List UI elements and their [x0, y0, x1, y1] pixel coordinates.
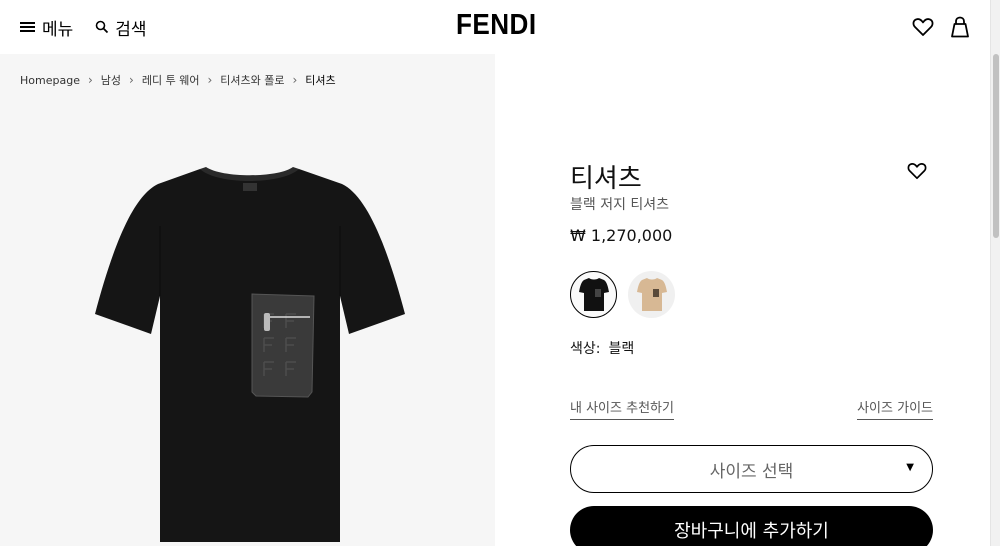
add-to-cart-button[interactable]: 장바구니에 추가하기	[570, 506, 933, 546]
color-swatches	[570, 271, 675, 318]
color-label: 색상:	[570, 341, 601, 357]
size-recommend-link[interactable]: 내 사이즈 추천하기	[570, 397, 674, 420]
menu-label: 메뉴	[42, 19, 74, 40]
hamburger-icon	[20, 21, 36, 33]
product-title: 티셔츠	[570, 164, 642, 194]
header-left: 메뉴 검색	[20, 15, 147, 40]
chevron-right-icon: ›	[129, 73, 134, 87]
fendi-logo[interactable]: FENDI	[456, 9, 537, 42]
swatch-beige[interactable]	[628, 271, 675, 318]
search-button[interactable]: 검색	[95, 15, 147, 40]
product-image-panel: Homepage › 남성 › 레디 투 웨어 › 티셔츠와 폴로 › 티셔츠	[0, 54, 495, 546]
breadcrumb-tshirts: 티셔츠	[305, 74, 336, 87]
color-value: 블랙	[608, 341, 635, 357]
breadcrumb-tshirts-polos[interactable]: 티셔츠와 폴로	[220, 72, 284, 88]
search-icon	[95, 20, 109, 34]
wishlist-heart-icon[interactable]	[912, 17, 934, 37]
size-select-dropdown[interactable]: 사이즈 선택 ▼	[570, 445, 933, 493]
shopping-bag-icon[interactable]	[950, 16, 970, 38]
search-label: 검색	[115, 19, 147, 40]
size-links: 내 사이즈 추천하기 사이즈 가이드	[570, 397, 933, 420]
breadcrumb-homepage[interactable]: Homepage	[20, 74, 80, 87]
product-image[interactable]	[92, 166, 408, 546]
breadcrumb-ready-to-wear[interactable]: 레디 투 웨어	[142, 72, 200, 88]
product-price: ₩ 1,270,000	[570, 226, 673, 245]
chevron-right-icon: ›	[87, 73, 93, 87]
site-header: 메뉴 검색 FENDI	[0, 0, 990, 54]
swatch-black[interactable]	[570, 271, 617, 318]
add-to-cart-label: 장바구니에 추가하기	[674, 521, 829, 542]
size-select-label: 사이즈 선택	[709, 461, 794, 482]
selected-color: 색상: 블랙	[570, 338, 634, 358]
page-scrollbar[interactable]	[990, 0, 1000, 546]
caret-down-icon: ▼	[906, 462, 914, 473]
chevron-right-icon: ›	[207, 73, 213, 87]
product-subtitle: 블랙 저지 티셔츠	[570, 197, 670, 213]
breadcrumb: Homepage › 남성 › 레디 투 웨어 › 티셔츠와 폴로 › 티셔츠	[20, 72, 336, 88]
favorite-heart-icon[interactable]	[907, 162, 927, 184]
chevron-right-icon: ›	[292, 73, 298, 87]
header-right	[912, 16, 970, 38]
menu-button[interactable]: 메뉴	[20, 15, 73, 40]
breadcrumb-men[interactable]: 남성	[101, 72, 121, 88]
size-guide-link[interactable]: 사이즈 가이드	[857, 397, 933, 420]
scrollbar-thumb[interactable]	[993, 54, 999, 238]
